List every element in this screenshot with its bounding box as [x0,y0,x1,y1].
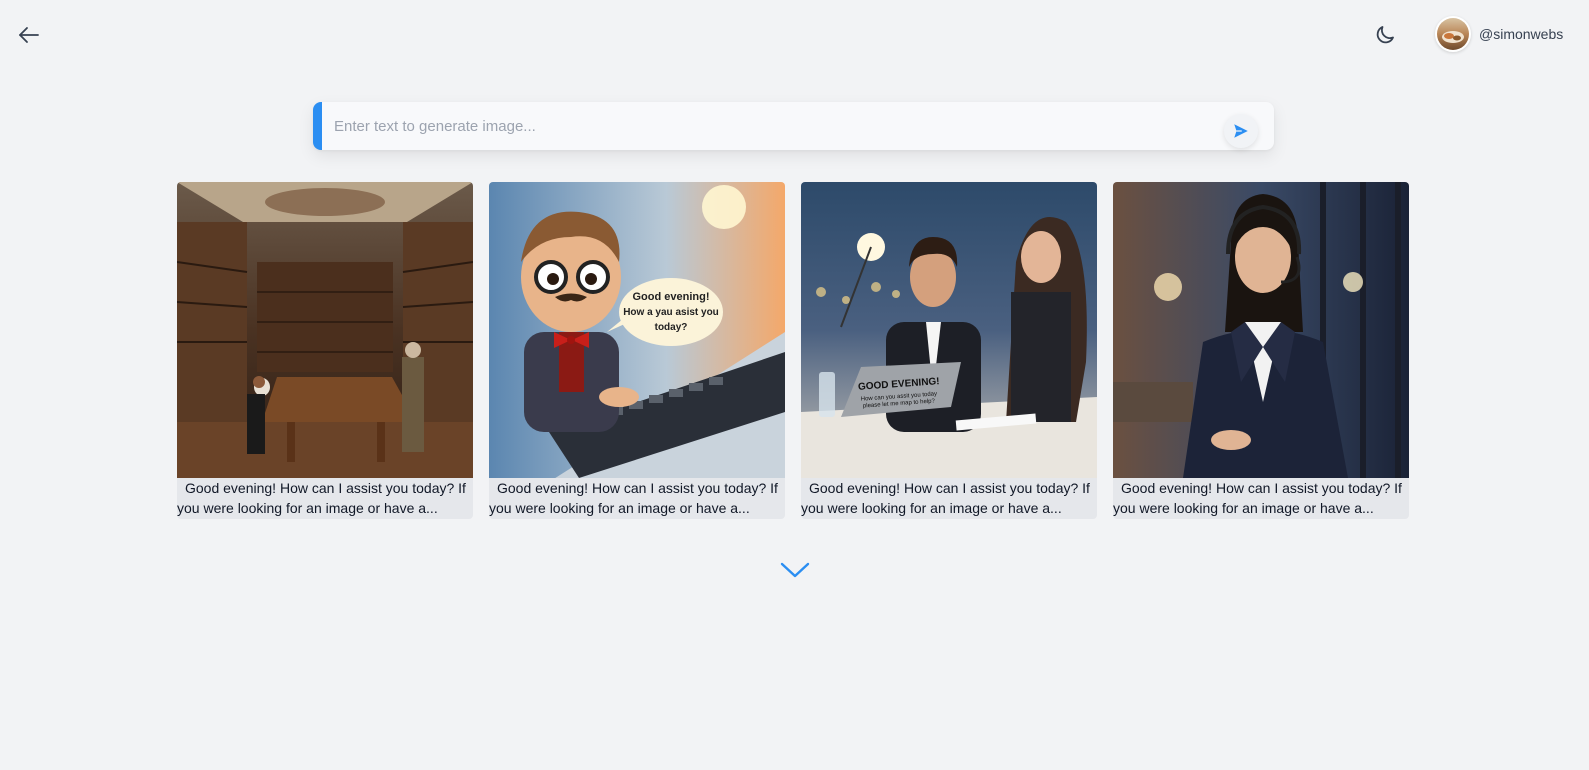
image-card[interactable]: GOOD EVENING! How can you assit you toda… [801,182,1097,519]
image-caption: Good evening! How can I assist you today… [801,480,1090,516]
speech-bubble-line: How a yau asist you [623,307,719,318]
generated-image[interactable] [1113,182,1409,478]
chevron-down-icon [780,562,810,578]
image-card[interactable]: Good evening! How can I assist you today… [1113,182,1409,519]
page: @simonwebs Enter text to generate image.… [0,0,1589,770]
load-more-button[interactable] [779,558,811,582]
back-button[interactable] [14,20,44,50]
user-menu[interactable]: @simonwebs [1435,15,1563,53]
send-icon [1234,124,1248,138]
image-caption: Good evening! How can I assist you today… [489,480,778,516]
generated-image[interactable] [177,182,473,478]
image-card[interactable]: Good evening! How a yau asist you today?… [489,182,785,519]
image-caption: Good evening! How can I assist you today… [177,480,466,516]
theme-toggle-button[interactable] [1370,20,1400,50]
image-gallery: Good evening! How can I assist you today… [177,182,1409,519]
arrow-left-icon [19,27,39,43]
generated-image[interactable]: GOOD EVENING! How can you assit you toda… [801,182,1097,478]
generated-image[interactable]: Good evening! How a yau asist you today? [489,182,785,478]
speech-bubble-line: today? [655,322,688,333]
speech-bubble-line: Good evening! [633,291,710,303]
image-card[interactable]: Good evening! How can I assist you today… [177,182,473,519]
prompt-bar [313,102,1274,150]
prompt-input[interactable] [322,102,1224,150]
avatar [1435,16,1471,52]
moon-icon [1376,26,1394,44]
send-button[interactable] [1224,114,1258,148]
image-caption: Good evening! How can I assist you today… [1113,480,1402,516]
username: @simonwebs [1479,26,1564,42]
